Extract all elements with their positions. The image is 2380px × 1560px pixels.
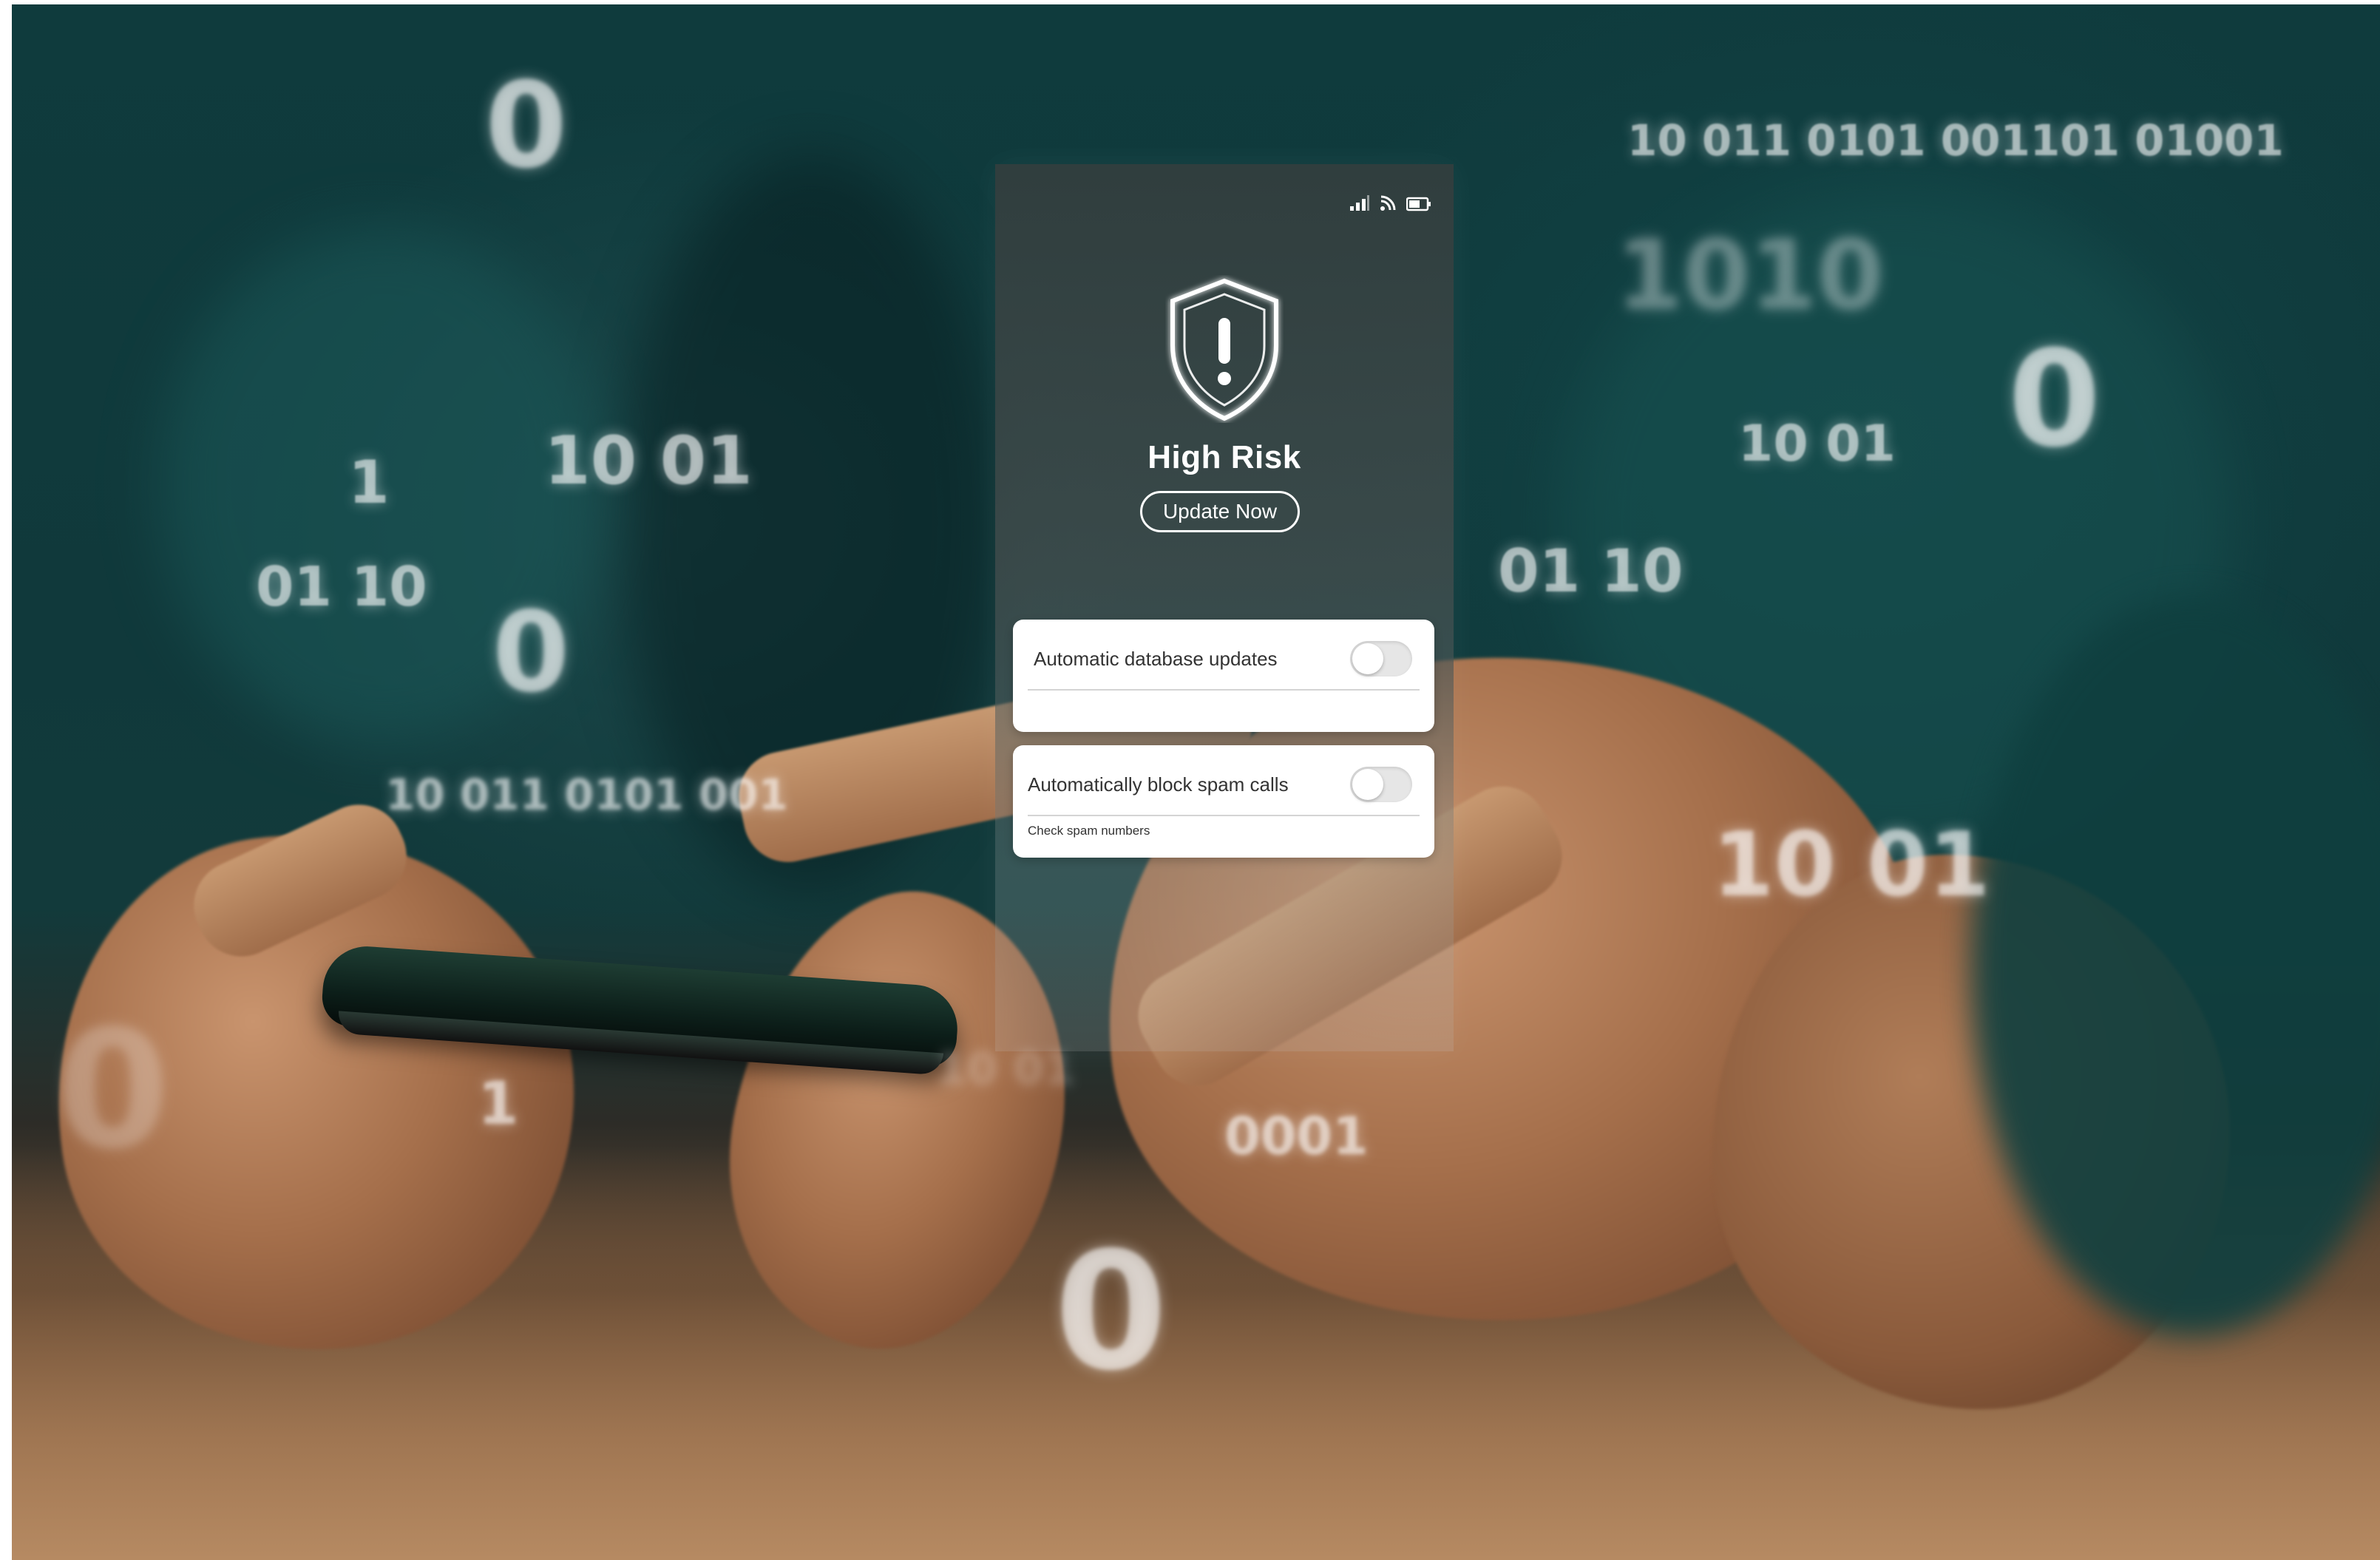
binary-digit: 01 10 (1498, 537, 1684, 606)
database-updates-toggle[interactable] (1350, 641, 1412, 676)
binary-digit: 10 01 (1738, 415, 1896, 473)
setting-card-spam-calls: Automatically block spam calls Check spa… (1013, 745, 1434, 858)
binary-digit: 0 (492, 589, 570, 717)
binary-digit: 0 (2008, 322, 2101, 477)
binary-digit: 10 01 (544, 422, 753, 500)
check-spam-numbers-link[interactable]: Check spam numbers (1028, 824, 1150, 838)
binary-stream: 10 011 0101 001 (385, 770, 788, 820)
binary-digit: 1 (478, 1069, 519, 1138)
wifi-icon (1380, 195, 1396, 211)
binary-digit: 01 10 (256, 555, 427, 619)
signal-icon (1350, 195, 1369, 211)
setting-row: Automatically block spam calls (1028, 764, 1412, 804)
binary-digit: 10 01 (1712, 814, 1990, 917)
toggle-knob (1352, 643, 1383, 674)
divider (1028, 815, 1420, 816)
binary-digit: 0 (1054, 1217, 1168, 1406)
setting-label: Automatically block spam calls (1028, 773, 1289, 796)
divider (1028, 689, 1420, 691)
risk-alert-title: High Risk (1147, 439, 1301, 475)
binary-digit: 0001 (1224, 1106, 1369, 1167)
toggle-knob (1352, 769, 1383, 800)
binary-digit: 0 (56, 995, 170, 1184)
binary-digit: 1010 (1616, 219, 1884, 331)
binary-digit: 1 (348, 448, 390, 517)
photo-scene: 10 011 0101 001101 01001 1010 0 10 01 01… (12, 4, 2380, 1560)
binary-stream: 10 011 0101 001101 01001 (1627, 115, 2284, 166)
security-hologram-panel: High Risk Update Now Automatic database … (995, 164, 1454, 1051)
setting-label: Automatic database updates (1034, 647, 1278, 670)
battery-icon (1406, 197, 1431, 211)
status-bar (1349, 194, 1431, 211)
setting-card-database-updates: Automatic database updates (1013, 620, 1434, 732)
setting-row: Automatic database updates (1034, 639, 1412, 679)
shield-alert-icon (1170, 278, 1278, 421)
binary-digit: 0 (485, 56, 568, 194)
block-spam-calls-toggle[interactable] (1350, 767, 1412, 802)
update-now-button[interactable]: Update Now (1140, 491, 1300, 532)
